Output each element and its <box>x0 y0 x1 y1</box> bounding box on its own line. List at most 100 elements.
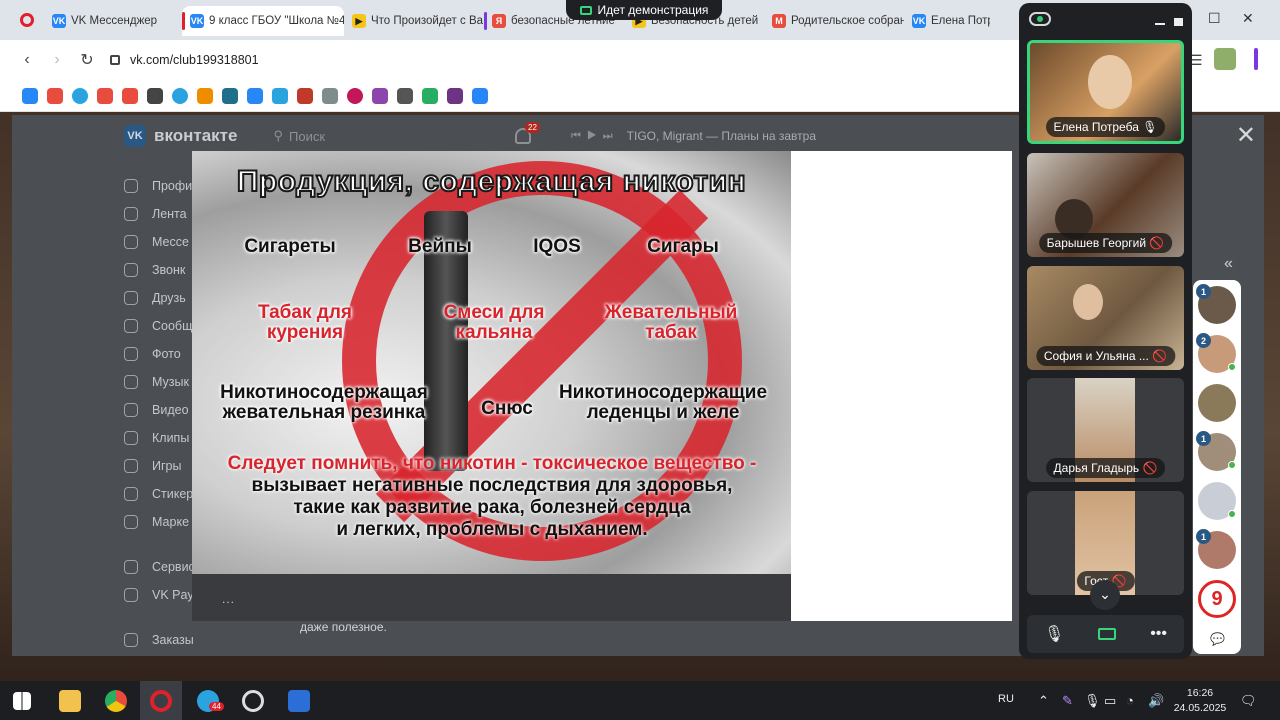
collapse-icon[interactable]: « <box>1224 255 1233 273</box>
bookmark-icon[interactable] <box>322 87 338 104</box>
participant-name: Барышев Георгий 🚫 <box>1038 233 1173 253</box>
url-field[interactable]: vk.com/club199318801 <box>130 53 259 67</box>
participant-tile[interactable]: София и Ульяна ... 🚫 <box>1027 266 1184 370</box>
bookmark-icon[interactable] <box>197 87 213 104</box>
wifi-icon[interactable]: ◔ <box>1126 693 1134 708</box>
chrome-icon[interactable] <box>105 690 127 712</box>
chat-avatar[interactable]: 1 <box>1196 284 1236 324</box>
volume-icon[interactable]: 🔊 <box>1148 693 1164 709</box>
microphone-icon[interactable]: 🎙 <box>1044 624 1064 644</box>
back-icon[interactable]: ‹ <box>12 51 42 69</box>
bookmark-icon[interactable] <box>47 87 63 104</box>
participant-tile[interactable]: Барышев Георгий 🚫 <box>1027 153 1184 257</box>
folder-icon[interactable] <box>59 690 81 712</box>
participant-tile[interactable]: Елена Потреба 🎙 <box>1027 40 1184 144</box>
chat-avatar[interactable]: 1 <box>1196 529 1236 569</box>
tab-parents-meeting[interactable]: M Родительское собран <box>764 6 904 36</box>
photos-icon[interactable] <box>288 690 310 712</box>
menu-item[interactable]: Мессе <box>124 228 195 256</box>
menu-item[interactable]: Клипы <box>124 424 195 452</box>
opera-menu-icon[interactable] <box>20 13 34 27</box>
chat-avatar[interactable]: 9 <box>1198 580 1236 618</box>
bookmark-icon[interactable] <box>422 87 438 104</box>
recorder-icon[interactable] <box>242 690 264 712</box>
reload-icon[interactable]: ↻ <box>72 50 102 70</box>
system-clock[interactable]: 16:26 24.05.2025 <box>1172 686 1228 716</box>
menu-item[interactable]: Сообщ <box>124 312 195 340</box>
telegram-icon[interactable]: 44 <box>197 690 224 712</box>
bookmark-icon[interactable] <box>447 87 463 104</box>
unread-count: 2 <box>1196 333 1211 348</box>
menu-item[interactable]: Заказы <box>124 626 195 654</box>
bookmark-icon[interactable] <box>22 87 38 104</box>
language-indicator[interactable]: RU <box>998 693 1014 705</box>
bookmark-icon[interactable] <box>122 87 138 104</box>
bookmark-icon[interactable] <box>72 87 88 104</box>
menu-item[interactable]: Видео <box>124 396 195 424</box>
notifications-icon[interactable]: 🗨 <box>1240 693 1257 709</box>
menu-item[interactable]: Профи <box>124 172 195 200</box>
tab-elena[interactable]: VK Елена Потре <box>904 6 990 36</box>
bookmark-icon[interactable] <box>247 87 263 104</box>
slide-item: Табак для курения <box>257 302 352 343</box>
opera-icon[interactable] <box>150 690 172 712</box>
menu-item[interactable]: Фото <box>124 340 195 368</box>
menu-label: Музык <box>152 375 189 389</box>
now-playing[interactable]: TIGO, Migrant — Планы на завтра <box>627 129 816 143</box>
menu-item[interactable]: Сервис <box>124 553 195 581</box>
bookmark-icon[interactable] <box>222 87 238 104</box>
chat-avatar[interactable] <box>1198 482 1236 520</box>
vk-logo-icon[interactable]: VK <box>124 125 146 147</box>
maximize-icon[interactable]: ☐ <box>1208 10 1221 27</box>
menu-item[interactable]: Звонк <box>124 256 195 284</box>
forward-icon[interactable]: › <box>42 51 72 69</box>
screen-sharing-banner[interactable]: Идет демонстрация <box>566 0 722 20</box>
windows-taskbar: 44 RU ⌃ ✎ 🎙 ▭ ◔ 🔊 16:26 24.05.2025 🗨 <box>0 681 1280 720</box>
more-icon[interactable]: ••• <box>1150 625 1167 643</box>
bookmark-icon[interactable] <box>147 87 163 104</box>
chat-avatar[interactable] <box>1198 384 1236 422</box>
camera-status-icon[interactable] <box>1029 12 1051 26</box>
bookmark-icon[interactable] <box>172 87 188 104</box>
chat-avatar[interactable]: 2 <box>1196 333 1236 373</box>
pen-icon[interactable]: ✎ <box>1062 693 1073 709</box>
bookmark-icon[interactable] <box>397 87 413 104</box>
chevron-up-icon[interactable]: ⌃ <box>1038 693 1049 709</box>
close-icon[interactable]: ✕ <box>1236 121 1256 150</box>
communities-icon <box>124 319 138 333</box>
more-options-icon[interactable]: ... <box>222 592 235 606</box>
chat-avatar[interactable]: 1 <box>1196 431 1236 471</box>
windows-start-icon[interactable] <box>13 692 31 710</box>
menu-item[interactable]: Стикер <box>124 480 195 508</box>
tab-vk-messenger[interactable]: VK VK Мессенджер <box>44 6 182 36</box>
bookmark-icon[interactable] <box>97 87 113 104</box>
menu-item[interactable]: VK Pay <box>124 581 195 609</box>
clock-date: 24.05.2025 <box>1173 702 1227 714</box>
participant-tile[interactable]: Дарья Гладырь 🚫 <box>1027 378 1184 482</box>
menu-item[interactable]: Друзь <box>124 284 195 312</box>
chat-bubble-icon[interactable]: 💬 <box>1210 632 1225 646</box>
menu-item[interactable]: Игры <box>124 452 195 480</box>
profile-avatar[interactable] <box>1214 48 1236 70</box>
bell-icon[interactable]: 22 <box>515 122 540 144</box>
chevron-down-icon[interactable]: ⌄ <box>1090 580 1120 610</box>
vk-search[interactable]: ⚲ Поиск <box>273 128 325 144</box>
microphone-icon[interactable]: 🎙 <box>1084 693 1101 709</box>
screen-share-icon[interactable] <box>1098 628 1117 640</box>
menu-item[interactable]: Лента <box>124 200 195 228</box>
bookmark-icon[interactable] <box>297 87 313 104</box>
menu-gap <box>124 536 195 553</box>
menu-item[interactable]: Марке <box>124 508 195 536</box>
menu-item[interactable]: Музык <box>124 368 195 396</box>
minimize-icon[interactable] <box>1155 23 1165 25</box>
player-controls[interactable]: ⏮▶⏭ <box>571 130 619 143</box>
close-window-icon[interactable]: ✕ <box>1242 10 1254 27</box>
tab-school-club[interactable]: VK 9 класс ГБОУ "Школа №4 <box>182 6 344 36</box>
bookmark-icon[interactable] <box>347 87 363 104</box>
maximize-icon[interactable] <box>1174 18 1183 26</box>
bookmark-icon[interactable] <box>472 87 488 104</box>
bookmark-icon[interactable] <box>372 87 388 104</box>
battery-icon[interactable]: ▭ <box>1104 693 1116 709</box>
tab-video[interactable]: ▶ Что Произойдет с Ва <box>344 6 484 36</box>
bookmark-icon[interactable] <box>272 87 288 104</box>
